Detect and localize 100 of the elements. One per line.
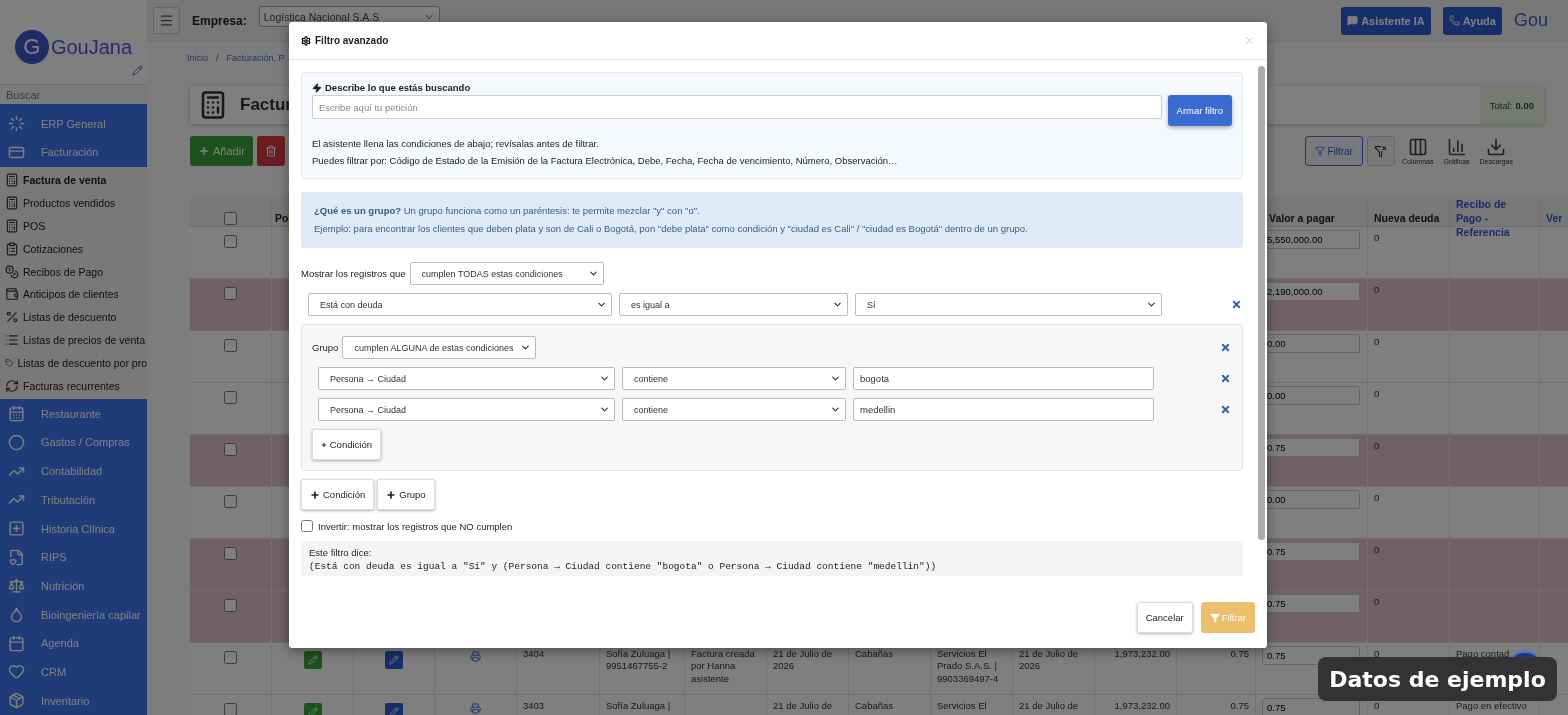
- column-header: Valor a pagar: [1269, 211, 1335, 226]
- help-text: Puedes filtrar por: Código de Estado de la Emisión de la Factura Electrónica, Debe, Fecha, Fecha de vencimiento, Número, Observación…: [312, 154, 899, 169]
- print-icon[interactable]: [470, 651, 481, 662]
- print-icon[interactable]: [470, 703, 481, 714]
- menu-item[interactable]: CRM: [0, 657, 147, 687]
- table-cell: Pago contad: [1456, 648, 1510, 659]
- field-select[interactable]: Persona → Ciudad: [318, 367, 615, 391]
- submenu-item[interactable]: Recibos de Pago: [0, 260, 147, 283]
- edit-button[interactable]: [303, 703, 322, 715]
- menu-item[interactable]: Bioingeniería capilar: [0, 600, 147, 629]
- operator-select[interactable]: es igual a: [619, 293, 848, 317]
- submenu-item[interactable]: Factura de venta: [0, 168, 147, 192]
- add-button[interactable]: Grupo: [377, 479, 435, 511]
- submenu-item[interactable]: Listas de descuento por pro: [0, 351, 147, 375]
- logo-icon: G: [14, 30, 49, 64]
- match-select[interactable]: cumplen ALGUNA de estas condiciones: [342, 336, 537, 360]
- remove-button[interactable]: [1220, 342, 1231, 354]
- add-condition-button[interactable]: Condición: [312, 429, 381, 461]
- column-header-link[interactable]: Ver: [1546, 211, 1563, 226]
- phone-icon: [1448, 15, 1460, 26]
- downloads-icon: [1486, 137, 1507, 157]
- help-text: El asistente llena las condiciones de abajo; revísalas antes de filtrar.: [312, 137, 600, 151]
- table-cell: Cabañas: [855, 648, 894, 659]
- menu-item[interactable]: Gastos / Compras: [0, 428, 147, 457]
- field-select[interactable]: Está con deuda: [308, 293, 612, 317]
- row-checkbox[interactable]: [224, 495, 237, 508]
- menu-item[interactable]: Inventario: [0, 686, 147, 715]
- table-cell: 3403: [523, 700, 545, 711]
- row-checkbox[interactable]: [224, 339, 237, 352]
- pencil-icon[interactable]: [132, 65, 143, 77]
- invert-checkbox[interactable]: [301, 520, 313, 533]
- menu-icon: [8, 405, 25, 423]
- submenu-item[interactable]: Anticipos de clientes: [0, 283, 147, 306]
- value-field[interactable]: medellin: [853, 398, 1154, 422]
- close-icon: [1231, 299, 1242, 311]
- table-cell: 21 de Julio de 2026: [773, 648, 833, 672]
- menu-item[interactable]: ERP General: [0, 109, 147, 138]
- row-checkbox[interactable]: [224, 443, 237, 456]
- menu-icon: [8, 606, 25, 624]
- operator-select[interactable]: contiene: [622, 398, 846, 422]
- menu-item[interactable]: Facturación: [0, 137, 147, 167]
- remove-button[interactable]: [1220, 404, 1231, 416]
- filter-button[interactable]: Filtrar: [1305, 136, 1363, 166]
- request-field[interactable]: Escribe aquí tu petición: [312, 95, 1162, 119]
- breadcrumb-link[interactable]: Facturación, P: [226, 53, 285, 76]
- edit-button[interactable]: [303, 651, 322, 669]
- menu-item[interactable]: Nutrición: [0, 571, 147, 601]
- column-header-link[interactable]: Recibo de Pago - Referencia: [1456, 197, 1533, 240]
- add-button[interactable]: Condición: [301, 479, 375, 511]
- menu-item[interactable]: RIPS: [0, 542, 147, 572]
- menu-icon: [8, 577, 25, 595]
- menu-item[interactable]: Contabilidad: [0, 456, 147, 486]
- row-checkbox[interactable]: [224, 547, 237, 560]
- field-select[interactable]: Persona → Ciudad: [318, 398, 615, 422]
- invert-label: Invertir: mostrar los registros que NO cumplen: [318, 520, 513, 532]
- remove-button[interactable]: [1231, 299, 1242, 311]
- table-cell: 21 de Julio de 2026: [1019, 648, 1079, 672]
- menu-icon: [5, 379, 19, 393]
- submenu-item[interactable]: Listas de descuento: [0, 305, 147, 329]
- submenu-item[interactable]: Facturas recurrentes: [0, 374, 147, 398]
- pencil-icon: [307, 707, 318, 715]
- search-field[interactable]: Buscar: [0, 84, 147, 105]
- edit-button[interactable]: [385, 651, 403, 669]
- submenu-item[interactable]: POS: [0, 214, 147, 238]
- plus-icon: [310, 489, 320, 500]
- submenu-item[interactable]: Cotizaciones: [0, 237, 147, 261]
- help-button[interactable]: Ayuda: [1442, 6, 1502, 35]
- build-filter-button[interactable]: Armar filtro: [1167, 95, 1232, 126]
- menu-button[interactable]: [153, 7, 180, 34]
- table-cell: 0: [1374, 440, 1380, 451]
- menu-icon: [8, 520, 25, 538]
- value-field[interactable]: bogota: [853, 367, 1154, 391]
- row-checkbox[interactable]: [224, 287, 237, 300]
- info-text: Ejemplo: para encontrar los clientes que deben plata y son de Cali o Bogotá, pon "debe plata" como condición y "ciudad es Cali" / "ciudad es Bogotá" dentro de un grupo.: [314, 222, 1029, 237]
- select-all-checkbox[interactable]: [224, 211, 237, 225]
- submenu-item[interactable]: Listas de precios de venta: [0, 328, 147, 352]
- delete-button[interactable]: [256, 136, 285, 166]
- submenu-item[interactable]: Productos vendidos: [0, 191, 147, 215]
- operator-select[interactable]: contiene: [622, 367, 846, 391]
- close-button[interactable]: [1244, 35, 1255, 46]
- menu-item[interactable]: Restaurante: [0, 399, 147, 429]
- match-label: Mostrar los registros que: [301, 268, 406, 280]
- add-button[interactable]: Añadir: [190, 136, 253, 166]
- row-checkbox[interactable]: [224, 235, 237, 248]
- row-checkbox[interactable]: [224, 391, 237, 404]
- remove-button[interactable]: [1220, 373, 1231, 385]
- menu-item[interactable]: Tributación: [0, 485, 147, 515]
- row-checkbox[interactable]: [224, 703, 237, 715]
- row-checkbox[interactable]: [224, 651, 237, 664]
- menu-icon: [8, 663, 25, 681]
- clear-filter-button[interactable]: [1366, 136, 1395, 166]
- breadcrumb-link[interactable]: Inicio: [187, 53, 208, 76]
- menu-item[interactable]: Agenda: [0, 628, 147, 658]
- cancel-button[interactable]: Cancelar: [1136, 602, 1193, 633]
- menu-item[interactable]: Historia Clínica: [0, 514, 147, 543]
- row-checkbox[interactable]: [224, 599, 237, 612]
- assistant-button[interactable]: Asistente IA: [1341, 6, 1431, 35]
- value-select[interactable]: Sí: [855, 293, 1162, 317]
- match-select[interactable]: cumplen TODAS estas condiciones: [409, 262, 604, 286]
- bolt-icon: [312, 82, 322, 93]
